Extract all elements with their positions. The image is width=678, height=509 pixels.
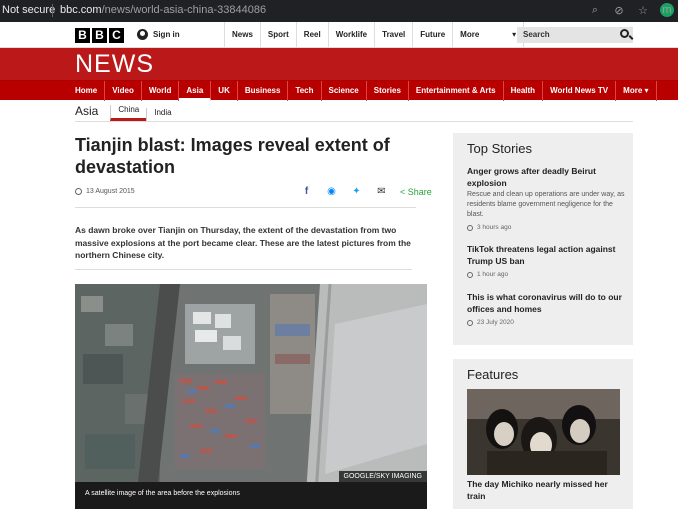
topnav-item-reel[interactable]: Reel: [295, 22, 328, 47]
section-nav-item[interactable]: Asia: [179, 81, 212, 101]
share-button[interactable]: < Share: [400, 187, 432, 197]
image-credit: GOOGLE/SKY IMAGING: [338, 471, 427, 482]
eye-off-icon[interactable]: ⊘: [612, 4, 626, 17]
bbc-logo-letter: B: [92, 28, 107, 43]
story-title[interactable]: This is what coronavirus will do to our …: [467, 291, 627, 315]
bbc-logo-letter: C: [109, 28, 124, 43]
section-nav-item[interactable]: Business: [238, 81, 289, 101]
messenger-icon[interactable]: ◉: [325, 186, 338, 197]
story-time: 3 hours ago: [467, 224, 627, 231]
section-nav-item[interactable]: Science: [322, 81, 367, 101]
satellite-image: GOOGLE/SKY IMAGING A satellite image of …: [75, 284, 427, 509]
story-time: 23 July 2020: [467, 319, 627, 326]
profile-avatar[interactable]: m: [660, 3, 674, 17]
story-title[interactable]: Anger grows after deadly Beirut explosio…: [467, 165, 627, 189]
star-icon[interactable]: ☆: [636, 4, 650, 17]
feature-title[interactable]: The day Michiko nearly missed her train: [467, 478, 627, 502]
story-summary: Rescue and clean up operations are under…: [467, 191, 625, 218]
topnav-more[interactable]: More ▾: [452, 22, 525, 47]
article-date: 13 August 2015: [75, 188, 135, 195]
story-time-text: 1 hour ago: [477, 271, 509, 278]
feature-image[interactable]: [467, 389, 620, 475]
email-icon[interactable]: ✉: [375, 186, 388, 197]
bbc-logo-letter: B: [75, 28, 90, 43]
sub-navigation: Asia China India: [75, 103, 179, 121]
clock-icon: [75, 188, 82, 195]
news-banner: NEWS: [0, 48, 678, 80]
topnav-item-worklife[interactable]: Worklife: [327, 22, 374, 47]
story-item[interactable]: This is what coronavirus will do to our …: [467, 291, 627, 326]
subnav-item-india[interactable]: India: [146, 108, 178, 121]
story-item[interactable]: Anger grows after deadly Beirut explosio…: [467, 165, 627, 231]
story-item[interactable]: TikTok threatens legal action against Tr…: [467, 243, 627, 278]
signin-label: Sign in: [153, 30, 180, 39]
browser-toolbar-icons: ⌕ ⊘ ☆ m: [588, 3, 674, 17]
section-title[interactable]: Asia: [75, 104, 98, 121]
section-nav-item[interactable]: Stories: [367, 81, 409, 101]
article-date-text: 13 August 2015: [86, 188, 135, 195]
features-title: Features: [467, 367, 519, 382]
features-panel: Features The day Michiko nearly missed h…: [453, 359, 633, 509]
section-nav-item[interactable]: Tech: [288, 81, 322, 101]
story-time: 1 hour ago: [467, 271, 627, 278]
twitter-icon[interactable]: ✦: [350, 186, 363, 197]
bbc-top-bar: B B C Sign in News Sport Reel Worklife T…: [0, 22, 678, 48]
top-navigation: News Sport Reel Worklife Travel Future M…: [224, 22, 525, 47]
section-nav-item[interactable]: Video: [105, 81, 142, 101]
section-navigation: Home Video World Asia UK Business Tech Science S…: [0, 80, 678, 101]
share-tools: f ◉ ✦ ✉ < Share: [300, 186, 432, 197]
story-title[interactable]: TikTok threatens legal action against Tr…: [467, 243, 627, 267]
feature-image-graphic: [467, 389, 620, 475]
section-nav-item[interactable]: Home: [68, 81, 106, 101]
topnav-item-future[interactable]: Future: [412, 22, 452, 47]
section-nav-item[interactable]: World: [142, 81, 180, 101]
divider: [75, 121, 633, 122]
story-time-text: 3 hours ago: [477, 224, 512, 231]
article-intro: As dawn broke over Tianjin on Thursday, …: [75, 225, 411, 260]
top-stories-panel: Top Stories Anger grows after deadly Bei…: [453, 133, 633, 345]
section-nav-item[interactable]: More ▾: [616, 81, 657, 101]
search-icon[interactable]: [620, 29, 629, 38]
browser-address-bar: Not secure bbc.com/news/world-asia-china…: [0, 0, 678, 22]
clock-icon: [467, 319, 473, 326]
topnav-item-sport[interactable]: Sport: [259, 22, 296, 47]
search-input[interactable]: Search: [517, 27, 633, 43]
section-nav-item[interactable]: UK: [211, 81, 238, 101]
topnav-item-news[interactable]: News: [224, 22, 260, 47]
topnav-item-travel[interactable]: Travel: [374, 22, 412, 47]
section-nav-item[interactable]: Health: [504, 81, 544, 101]
security-indicator[interactable]: Not secure: [2, 4, 55, 16]
top-stories-title: Top Stories: [467, 141, 533, 156]
chevron-down-icon: ▾: [512, 30, 517, 39]
clock-icon: [467, 271, 473, 278]
divider: [75, 207, 416, 208]
signin-link[interactable]: Sign in: [137, 29, 180, 40]
search-placeholder: Search: [523, 30, 550, 39]
topnav-more-label: More: [460, 30, 480, 39]
url-field[interactable]: bbc.com/news/world-asia-china-33844086: [60, 4, 266, 16]
clock-icon: [467, 224, 473, 231]
divider: [75, 269, 412, 270]
news-logo[interactable]: NEWS: [75, 50, 154, 79]
url-host: bbc.com: [60, 4, 102, 16]
subnav-item-china[interactable]: China: [110, 105, 147, 121]
user-icon: [137, 29, 148, 40]
article-headline: Tianjin blast: Images reveal extent of d…: [75, 135, 390, 177]
share-label: Share: [407, 186, 432, 197]
url-path: /news/world-asia-china-33844086: [101, 4, 267, 16]
bbc-logo[interactable]: B B C: [75, 28, 124, 43]
zoom-icon[interactable]: ⌕: [588, 4, 602, 17]
section-nav-item[interactable]: World News TV: [543, 81, 617, 101]
address-separator: [52, 4, 53, 17]
section-nav-item[interactable]: Entertainment & Arts: [409, 81, 504, 101]
facebook-icon[interactable]: f: [300, 186, 313, 197]
image-caption: A satellite image of the area before the…: [75, 482, 427, 509]
share-icon: <: [400, 186, 406, 197]
story-time-text: 23 July 2020: [477, 319, 514, 326]
